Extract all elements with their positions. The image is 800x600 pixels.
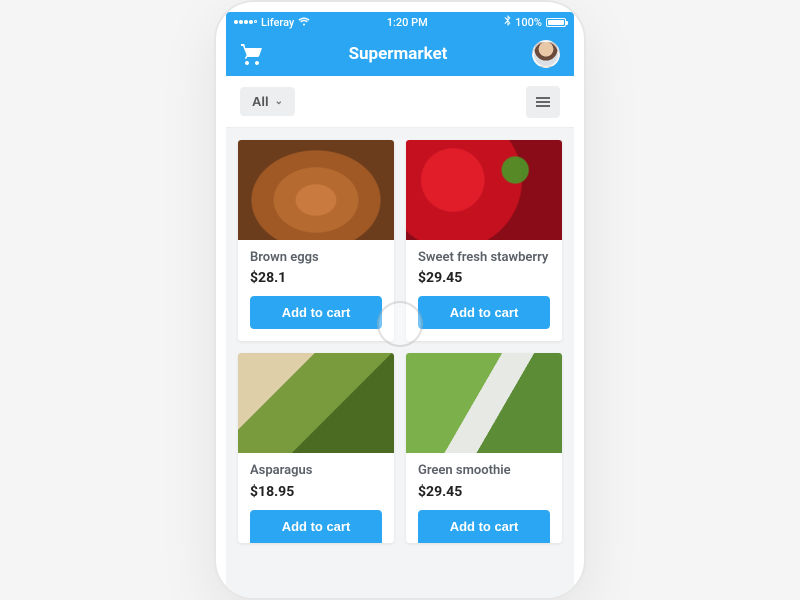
phone-frame: Liferay 1:20 PM 100% Supermarket — [214, 0, 586, 600]
product-card[interactable]: Sweet fresh stawberry $29.45 Add to cart — [406, 140, 562, 341]
product-name: Brown eggs — [250, 250, 382, 266]
filter-label: All — [252, 94, 269, 109]
product-price: $29.45 — [418, 484, 550, 500]
product-image — [406, 140, 562, 240]
product-name: Asparagus — [250, 463, 382, 479]
battery-percent: 100% — [515, 16, 542, 29]
product-name: Green smoothie — [418, 463, 550, 479]
view-toggle-button[interactable] — [526, 86, 560, 118]
cart-icon[interactable] — [240, 43, 264, 65]
product-card[interactable]: Green smoothie $29.45 Add to cart — [406, 353, 562, 542]
status-time: 1:20 PM — [387, 16, 428, 29]
screen: Liferay 1:20 PM 100% Supermarket — [226, 12, 574, 598]
signal-dots-icon — [234, 20, 257, 24]
filter-dropdown[interactable]: All ⌄ — [240, 87, 295, 116]
product-card[interactable]: Asparagus $18.95 Add to cart — [238, 353, 394, 542]
product-price: $29.45 — [418, 270, 550, 286]
carrier-label: Liferay — [261, 16, 294, 29]
chevron-down-icon: ⌄ — [275, 96, 283, 107]
product-image — [238, 353, 394, 453]
filter-bar: All ⌄ — [226, 76, 574, 128]
product-image — [238, 140, 394, 240]
product-price: $28.1 — [250, 270, 382, 286]
list-view-icon — [536, 97, 550, 107]
status-bar: Liferay 1:20 PM 100% — [226, 12, 574, 32]
status-left: Liferay — [234, 16, 310, 29]
add-to-cart-button[interactable]: Add to cart — [418, 510, 550, 543]
product-grid: Brown eggs $28.1 Add to cart Sweet fresh… — [238, 140, 562, 543]
product-card[interactable]: Brown eggs $28.1 Add to cart — [238, 140, 394, 341]
product-image — [406, 353, 562, 453]
bluetooth-icon — [504, 15, 511, 29]
product-grid-container: Brown eggs $28.1 Add to cart Sweet fresh… — [226, 128, 574, 598]
product-price: $18.95 — [250, 484, 382, 500]
add-to-cart-button[interactable]: Add to cart — [250, 510, 382, 543]
add-to-cart-button[interactable]: Add to cart — [250, 296, 382, 329]
add-to-cart-button[interactable]: Add to cart — [418, 296, 550, 329]
wifi-icon — [298, 16, 310, 29]
page-title: Supermarket — [349, 44, 448, 64]
avatar[interactable] — [532, 40, 560, 68]
product-name: Sweet fresh stawberry — [418, 250, 550, 266]
status-right: 100% — [504, 15, 566, 29]
battery-icon — [546, 18, 566, 27]
nav-bar: Supermarket — [226, 32, 574, 76]
